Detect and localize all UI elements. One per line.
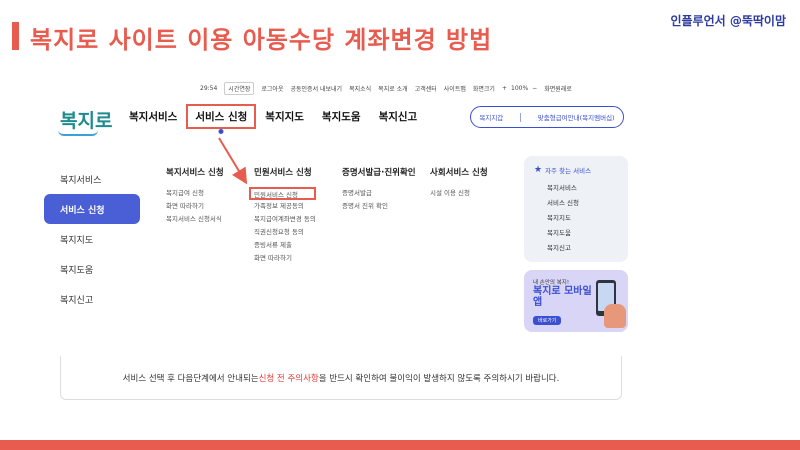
sidebar-item-service-apply[interactable]: 서비스 신청	[44, 194, 140, 224]
menu-column-social-services: 사회서비스 신청 시설 이용 신청	[430, 166, 488, 200]
pill-divider	[520, 112, 522, 122]
menu-link[interactable]: 증명서 진위 확인	[342, 200, 416, 213]
sidebar-item-welfare-help[interactable]: 복지도움	[44, 254, 140, 284]
brand-label: 인플루언서 @뚝딱이맘	[670, 14, 786, 28]
extend-session-button[interactable]: 시간연장	[224, 82, 255, 95]
sidebar-item-welfare-report[interactable]: 복지신고	[44, 284, 140, 314]
zoom-in-button[interactable]: +	[502, 85, 507, 92]
notice-text-after: 을 반드시 확인하여 불이익이 발생하지 않도록 주의하시기 바랍니다.	[318, 373, 560, 384]
mega-menu-sidebar: 복지서비스 서비스 신청 복지지도 복지도움 복지신고	[44, 164, 140, 314]
menu-column-title: 민원서비스 신청	[254, 168, 312, 178]
menu-link[interactable]: 증빙서류 제출	[254, 239, 316, 252]
zoom-out-button[interactable]: −	[532, 85, 537, 92]
caution-notice: 서비스 선택 후 다음단계에서 안내되는 신청 전 주의사항 을 반드시 확인하여…	[60, 356, 622, 400]
logout-link[interactable]: 로그아웃	[261, 84, 283, 93]
mobile-app-banner[interactable]: 내 손안의 복지! 복지로 모바일앱 바로가기	[524, 270, 628, 332]
menu-link[interactable]: 증명서발급	[342, 187, 416, 200]
banner-title: 복지로 모바일앱	[533, 286, 592, 308]
menu-link[interactable]: 직권신청요청 동의	[254, 226, 316, 239]
about-link[interactable]: 복지로 소개	[378, 84, 408, 93]
active-dot-icon	[218, 129, 224, 134]
quick-links-pill: 복지지갑 맞춤형급여안내(복지멤버십)	[470, 106, 624, 128]
session-timer: 29:54	[200, 85, 218, 92]
bokjiro-logo[interactable]: 복지로	[58, 106, 113, 136]
slide-title: 복지로 사이트 이용 아동수당 계좌변경 방법	[30, 26, 493, 54]
menu-column-certificates: 증명서발급·진위확인 증명서발급 증명서 진위 확인	[342, 166, 416, 213]
star-icon: ★	[534, 165, 543, 175]
zoom-control: + 100% −	[502, 85, 537, 92]
menu-link[interactable]: 화면 따라하기	[254, 252, 316, 265]
nav-service-apply[interactable]: 서비스 신청	[186, 104, 257, 134]
customer-center-link[interactable]: 고객센터	[415, 84, 437, 93]
menu-column-title: 증명서발급·진위확인	[342, 168, 416, 178]
main-nav: 복지서비스 서비스 신청 복지지도 복지도움 복지신고	[120, 104, 427, 134]
favorite-item[interactable]: 서비스 신청	[534, 196, 618, 211]
nav-welfare-services[interactable]: 복지서비스	[120, 109, 186, 129]
notice-highlight: 신청 전 주의사항	[258, 373, 319, 384]
welfare-news-link[interactable]: 복지소식	[349, 84, 371, 93]
zoom-value: 100%	[511, 85, 529, 92]
favorites-title: 자주 찾는 서비스	[545, 167, 592, 175]
footer-accent-bar	[0, 440, 800, 450]
logo-swoosh-icon	[58, 130, 98, 136]
nav-service-apply-label: 서비스 신청	[195, 111, 248, 123]
account-change-consent-link[interactable]: 복지급여계좌변경 동의	[254, 213, 316, 226]
menu-link[interactable]: 가족정보 제공동의	[254, 200, 316, 213]
menu-link[interactable]: 시설 이용 신청	[430, 187, 488, 200]
favorite-item[interactable]: 복지서비스	[534, 181, 618, 196]
welfare-wallet-link[interactable]: 복지지갑	[479, 112, 503, 122]
menu-link[interactable]: 화면 따라하기	[166, 200, 224, 213]
logo-text: 복지로	[60, 110, 113, 132]
favorites-header: ★ 자주 찾는 서비스	[534, 165, 618, 175]
menu-column-title: 사회서비스 신청	[430, 168, 488, 178]
nav-welfare-help[interactable]: 복지도움	[313, 109, 370, 129]
menu-column-welfare-apply: 복지서비스 신청 복지급여 신청 화면 따라하기 복지서비스 신청서식	[166, 166, 224, 226]
favorite-item[interactable]: 복지지도	[534, 211, 618, 226]
menu-column-title: 복지서비스 신청	[166, 168, 224, 178]
menu-link[interactable]: 복지서비스 신청서식	[166, 213, 224, 226]
custom-benefit-link[interactable]: 맞춤형급여안내(복지멤버십)	[538, 112, 615, 122]
nav-welfare-map[interactable]: 복지지도	[256, 109, 313, 129]
favorite-item[interactable]: 복지도움	[534, 226, 618, 241]
title-accent-bar	[12, 22, 19, 50]
menu-column-civil-apply: 민원서비스 신청 민원서비스 신청 가족정보 제공동의 복지급여계좌변경 동의 …	[249, 166, 316, 265]
nav-welfare-report[interactable]: 복지신고	[370, 109, 427, 129]
screen-size-label: 화면크기	[472, 86, 495, 93]
favorite-services-panel: ★ 자주 찾는 서비스 복지서비스 서비스 신청 복지지도 복지도움 복지신고	[524, 156, 628, 262]
banner-tagline: 내 손안의 복지!	[533, 280, 570, 286]
civil-service-apply-link[interactable]: 민원서비스 신청	[249, 187, 316, 200]
menu-link[interactable]: 복지급여 신청	[166, 187, 224, 200]
website-screenshot: 29:54 시간연장 로그아웃 공동인증서 내보내기 복지소식 복지로 소개 고…	[22, 76, 654, 354]
favorite-item[interactable]: 복지신고	[534, 241, 618, 256]
notice-text-before: 서비스 선택 후 다음단계에서 안내되는	[122, 373, 259, 384]
hand-illustration	[604, 304, 626, 328]
utility-bar: 29:54 시간연장 로그아웃 공동인증서 내보내기 복지소식 복지로 소개 고…	[200, 82, 650, 95]
sidebar-item-welfare-services[interactable]: 복지서비스	[44, 164, 140, 194]
sidebar-item-welfare-map[interactable]: 복지지도	[44, 224, 140, 254]
sitemap-link[interactable]: 사이트맵	[444, 84, 466, 93]
zoom-reset-link[interactable]: 화면원래로	[544, 84, 572, 93]
cert-export-link[interactable]: 공동인증서 내보내기	[290, 84, 342, 93]
banner-go-button[interactable]: 바로가기	[533, 316, 562, 325]
